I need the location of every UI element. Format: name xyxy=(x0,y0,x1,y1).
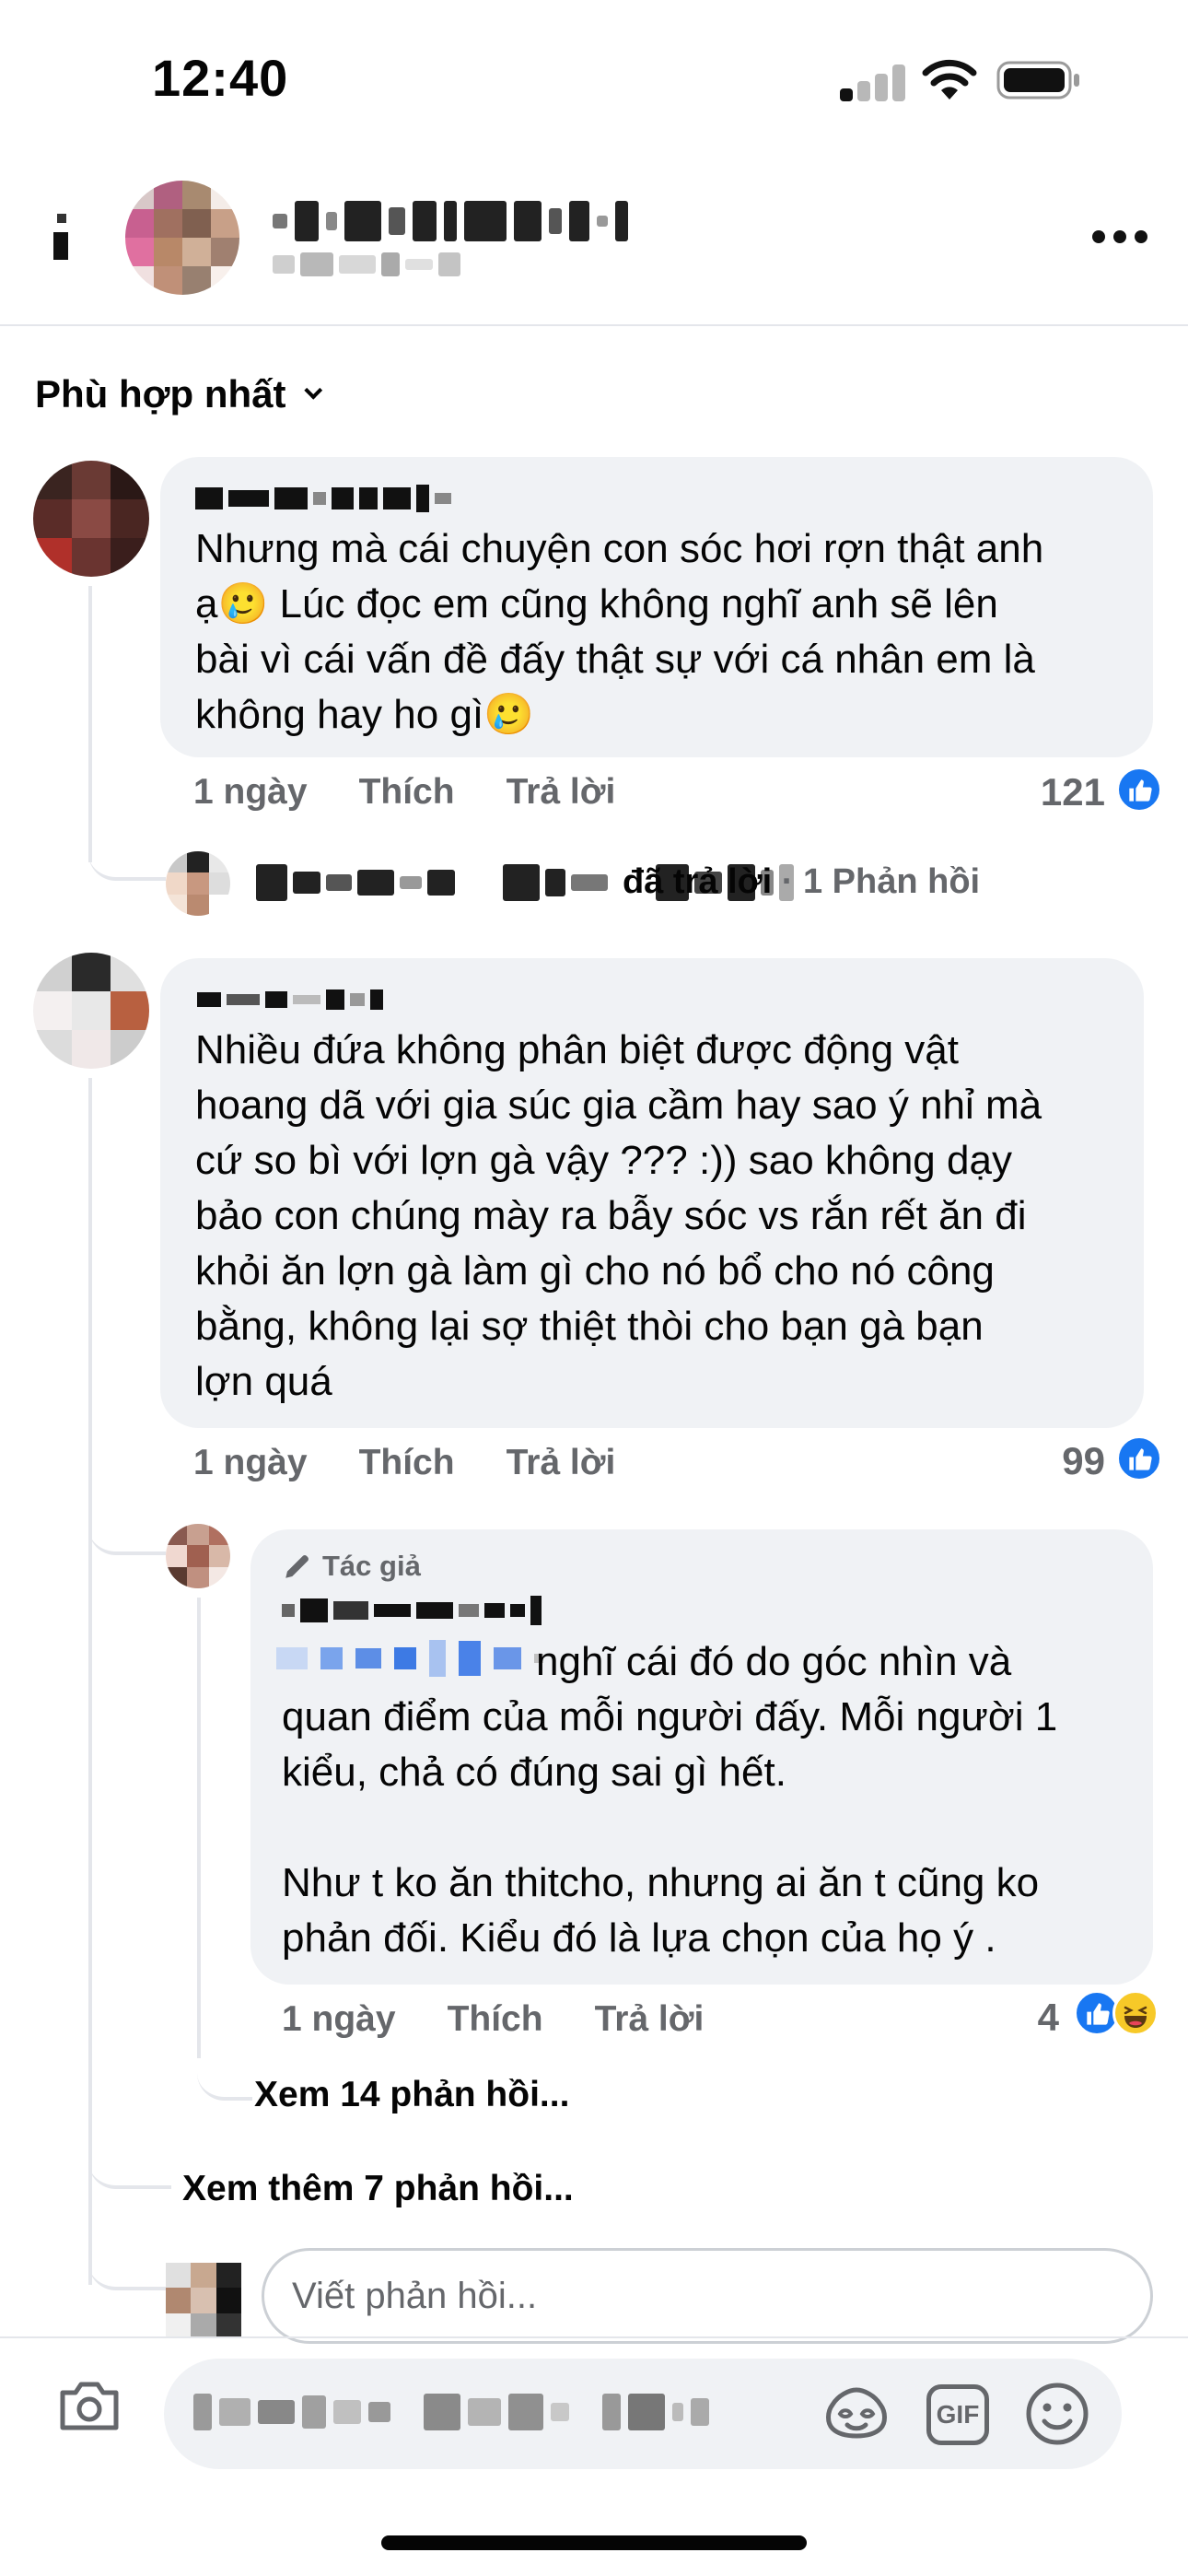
reply-thread-line xyxy=(197,1598,201,2058)
author-reply-text: quan điểm của mỗi người đấy. Mỗi người 1… xyxy=(282,1694,1058,1961)
commenter-name-redacted[interactable] xyxy=(195,485,451,512)
author-name-redacted[interactable] xyxy=(282,1596,542,1625)
comment-actions: 1 ngày Thích Trả lời xyxy=(193,1443,615,1483)
reaction-count[interactable]: 121 xyxy=(1013,770,1105,814)
comment-time: 1 ngày xyxy=(193,1443,308,1482)
like-button[interactable]: Thích xyxy=(359,772,455,813)
reply-input[interactable]: Viết phản hồi... xyxy=(262,2248,1153,2344)
separator-dot: · xyxy=(781,862,803,901)
thread-connector xyxy=(88,2220,168,2290)
pen-icon xyxy=(285,1555,309,1578)
haha-reaction-icon xyxy=(1112,1990,1159,2036)
thread-connector xyxy=(88,1489,166,1555)
commenter-avatar[interactable] xyxy=(33,461,149,577)
camera-icon[interactable] xyxy=(57,2380,122,2431)
current-user-avatar xyxy=(166,2263,241,2338)
back-button[interactable] xyxy=(52,210,74,265)
author-avatar[interactable] xyxy=(166,1524,230,1588)
reply-button[interactable]: Trả lời xyxy=(507,1443,616,1483)
page-name-redacted[interactable] xyxy=(273,201,628,241)
home-indicator[interactable] xyxy=(381,2535,807,2550)
wifi-icon xyxy=(922,59,977,100)
comment-time: 1 ngày xyxy=(193,772,308,812)
reaction-count[interactable]: 4 xyxy=(1004,1996,1059,2040)
status-time: 12:40 xyxy=(152,49,289,107)
like-reaction-icon xyxy=(1116,767,1162,813)
view-more-replies-link[interactable]: Xem thêm 7 phản hồi... xyxy=(182,2169,574,2209)
emoji-icon[interactable] xyxy=(1024,2381,1090,2447)
thread-line xyxy=(88,1078,92,2285)
page-subtitle-redacted xyxy=(273,252,460,276)
page-avatar[interactable] xyxy=(125,181,239,295)
thread-connector xyxy=(88,811,166,881)
battery-icon xyxy=(996,61,1079,100)
commenter-name-redacted[interactable] xyxy=(197,989,383,1010)
header-divider xyxy=(0,324,1188,326)
reply-summary-link[interactable]: đã trả lời · 1 Phản hồi xyxy=(623,862,980,902)
mention-redacted[interactable] xyxy=(276,1640,543,1677)
chevron-down-icon xyxy=(303,381,322,400)
like-button[interactable]: Thích xyxy=(448,1999,543,2040)
reply-thread-connector xyxy=(197,2036,252,2101)
author-badge: Tác giả xyxy=(282,1550,421,1583)
like-button[interactable]: Thích xyxy=(359,1443,455,1483)
composer-divider xyxy=(0,2336,1188,2338)
gif-icon[interactable]: GIF xyxy=(926,2384,989,2445)
reaction-count[interactable]: 99 xyxy=(1013,1439,1105,1483)
composer-placeholder-redacted xyxy=(193,2394,709,2430)
author-reply-first-line: nghĩ cái đó do góc nhìn và xyxy=(536,1639,1012,1684)
reply-button[interactable]: Trả lời xyxy=(595,1999,705,2040)
avatar-sticker-icon[interactable] xyxy=(823,2383,890,2447)
cellular-signal-icon xyxy=(840,64,905,101)
like-reaction-icon xyxy=(1116,1435,1162,1481)
reply-actions: 1 ngày Thích Trả lời xyxy=(282,1999,704,2040)
commenter-avatar[interactable] xyxy=(33,953,149,1069)
comment-text: Nhiều đứa không phân biệt được động vật … xyxy=(195,1027,1042,1404)
reply-button[interactable]: Trả lời xyxy=(507,772,616,813)
replier-avatar[interactable] xyxy=(166,851,230,916)
thread-connector xyxy=(88,2119,171,2189)
reply-summary-action: đã trả lời xyxy=(623,862,773,901)
more-options-button[interactable] xyxy=(1092,230,1147,245)
reply-summary-count: 1 Phản hồi xyxy=(802,862,981,901)
author-badge-label: Tác giả xyxy=(322,1550,421,1582)
sort-label: Phù hợp nhất xyxy=(35,372,286,416)
comment-actions: 1 ngày Thích Trả lời xyxy=(193,772,615,813)
gif-label: GIF xyxy=(936,2400,980,2429)
view-replies-link[interactable]: Xem 14 phản hồi... xyxy=(254,2075,569,2115)
reply-time: 1 ngày xyxy=(282,1999,396,2039)
comment-text: Nhưng mà cái chuyện con sóc hơi rợn thật… xyxy=(195,526,1044,737)
sort-dropdown[interactable]: Phù hợp nhất xyxy=(35,372,322,416)
